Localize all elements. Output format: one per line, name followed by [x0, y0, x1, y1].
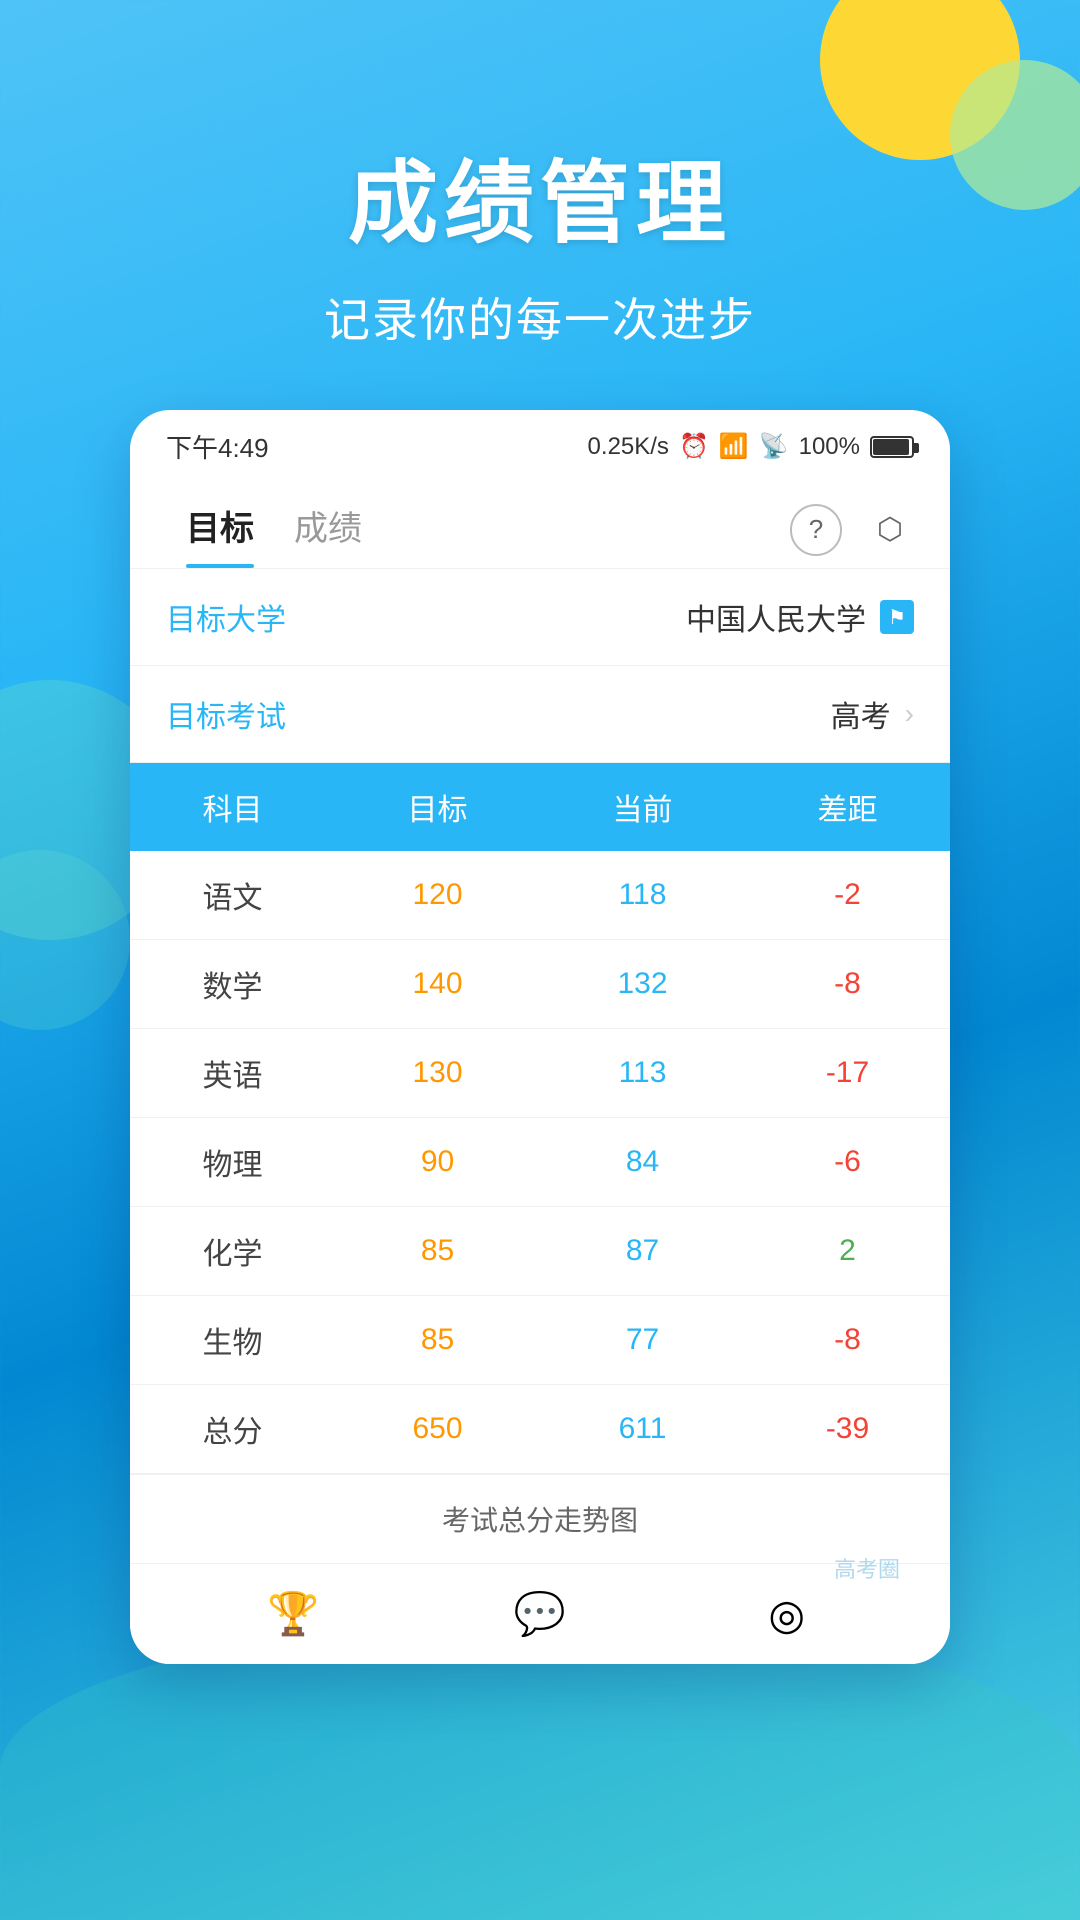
cell-target-1: 140	[335, 940, 540, 1029]
col-header-diff: 差距	[745, 763, 950, 851]
cell-target-4: 85	[335, 1207, 540, 1296]
cell-target-0: 120	[335, 851, 540, 940]
col-header-target: 目标	[335, 763, 540, 851]
nav-tabs: 目标 成绩 ? ⬡	[130, 475, 950, 569]
cell-current-5: 77	[540, 1296, 745, 1385]
cell-diff-2: -17	[745, 1029, 950, 1118]
cell-subject-2: 英语	[130, 1029, 335, 1118]
bottom-nav: 🏆 💬 ◎	[130, 1563, 950, 1664]
cell-subject-5: 生物	[130, 1296, 335, 1385]
target-university-label: 目标大学	[166, 595, 286, 639]
profile-icon: ◎	[768, 1590, 805, 1639]
alarm-icon: ⏰	[679, 432, 709, 461]
help-icon: ?	[809, 514, 823, 545]
cell-target-2: 130	[335, 1029, 540, 1118]
cell-current-1: 132	[540, 940, 745, 1029]
battery-percent: 100%	[799, 433, 860, 461]
bottom-nav-goals[interactable]: 🏆	[253, 1584, 333, 1644]
col-header-current: 当前	[540, 763, 745, 851]
cell-diff-6: -39	[745, 1385, 950, 1474]
share-icon: ⬡	[877, 512, 903, 547]
header-section: 成绩管理 记录你的每一次进步	[0, 0, 1080, 350]
table-row: 英语130113-17	[130, 1029, 950, 1118]
wifi-icon: 📡	[759, 432, 789, 461]
table-row: 物理9084-6	[130, 1118, 950, 1207]
table-header: 科目 目标 当前 差距	[130, 763, 950, 851]
cell-target-6: 650	[335, 1385, 540, 1474]
cell-diff-1: -8	[745, 940, 950, 1029]
watermark: 高考圈	[834, 1552, 900, 1584]
cell-diff-5: -8	[745, 1296, 950, 1385]
cell-diff-4: 2	[745, 1207, 950, 1296]
table-row: 语文120118-2	[130, 851, 950, 940]
cell-target-3: 90	[335, 1118, 540, 1207]
bottom-nav-profile[interactable]: ◎	[747, 1584, 827, 1644]
table-row: 化学85872	[130, 1207, 950, 1296]
cell-subject-3: 物理	[130, 1118, 335, 1207]
signal-icon: 📶	[719, 432, 749, 461]
score-table: 科目 目标 当前 差距 语文120118-2数学140132-8英语130113…	[130, 763, 950, 1474]
target-university-row[interactable]: 目标大学 中国人民大学 ⚑	[130, 569, 950, 666]
cell-subject-1: 数学	[130, 940, 335, 1029]
battery-icon	[870, 436, 914, 458]
status-icons: 0.25K/s ⏰ 📶 📡 100%	[588, 432, 914, 461]
status-bar: 下午4:49 0.25K/s ⏰ 📶 📡 100%	[130, 410, 950, 475]
table-row: 总分650611-39	[130, 1385, 950, 1474]
flag-icon: ⚑	[880, 600, 914, 634]
main-title: 成绩管理	[0, 130, 1080, 260]
cell-diff-3: -6	[745, 1118, 950, 1207]
col-header-subject: 科目	[130, 763, 335, 851]
nav-icons: ? ⬡	[790, 504, 914, 556]
cell-subject-0: 语文	[130, 851, 335, 940]
network-speed: 0.25K/s	[588, 433, 669, 461]
sub-title: 记录你的每一次进步	[0, 284, 1080, 350]
message-icon: 💬	[514, 1590, 566, 1639]
tab-scores[interactable]: 成绩	[274, 491, 382, 568]
score-table-body: 语文120118-2数学140132-8英语130113-17物理9084-6化…	[130, 851, 950, 1474]
target-university-value: 中国人民大学 ⚑	[686, 595, 914, 639]
table-row: 数学140132-8	[130, 940, 950, 1029]
cell-target-5: 85	[335, 1296, 540, 1385]
cell-diff-0: -2	[745, 851, 950, 940]
chevron-right-icon: ›	[905, 698, 914, 730]
table-row: 生物8577-8	[130, 1296, 950, 1385]
tab-goals[interactable]: 目标	[166, 491, 274, 568]
share-button[interactable]: ⬡	[866, 506, 914, 554]
deco-wave-bottom	[0, 1620, 1080, 1920]
status-time: 下午4:49	[166, 428, 269, 465]
cell-subject-6: 总分	[130, 1385, 335, 1474]
trend-label: 考试总分走势图	[442, 1499, 638, 1539]
goals-icon: 🏆	[267, 1590, 319, 1639]
bottom-nav-message[interactable]: 💬	[500, 1584, 580, 1644]
cell-current-0: 118	[540, 851, 745, 940]
target-exam-label: 目标考试	[166, 692, 286, 736]
phone-mockup: 下午4:49 0.25K/s ⏰ 📶 📡 100% 目标 成绩 ? ⬡	[130, 410, 950, 1664]
cell-current-4: 87	[540, 1207, 745, 1296]
cell-current-6: 611	[540, 1385, 745, 1474]
help-button[interactable]: ?	[790, 504, 842, 556]
target-exam-value: 高考 ›	[831, 692, 914, 736]
cell-current-3: 84	[540, 1118, 745, 1207]
target-exam-row[interactable]: 目标考试 高考 ›	[130, 666, 950, 763]
trend-section[interactable]: 考试总分走势图	[130, 1474, 950, 1563]
cell-current-2: 113	[540, 1029, 745, 1118]
cell-subject-4: 化学	[130, 1207, 335, 1296]
